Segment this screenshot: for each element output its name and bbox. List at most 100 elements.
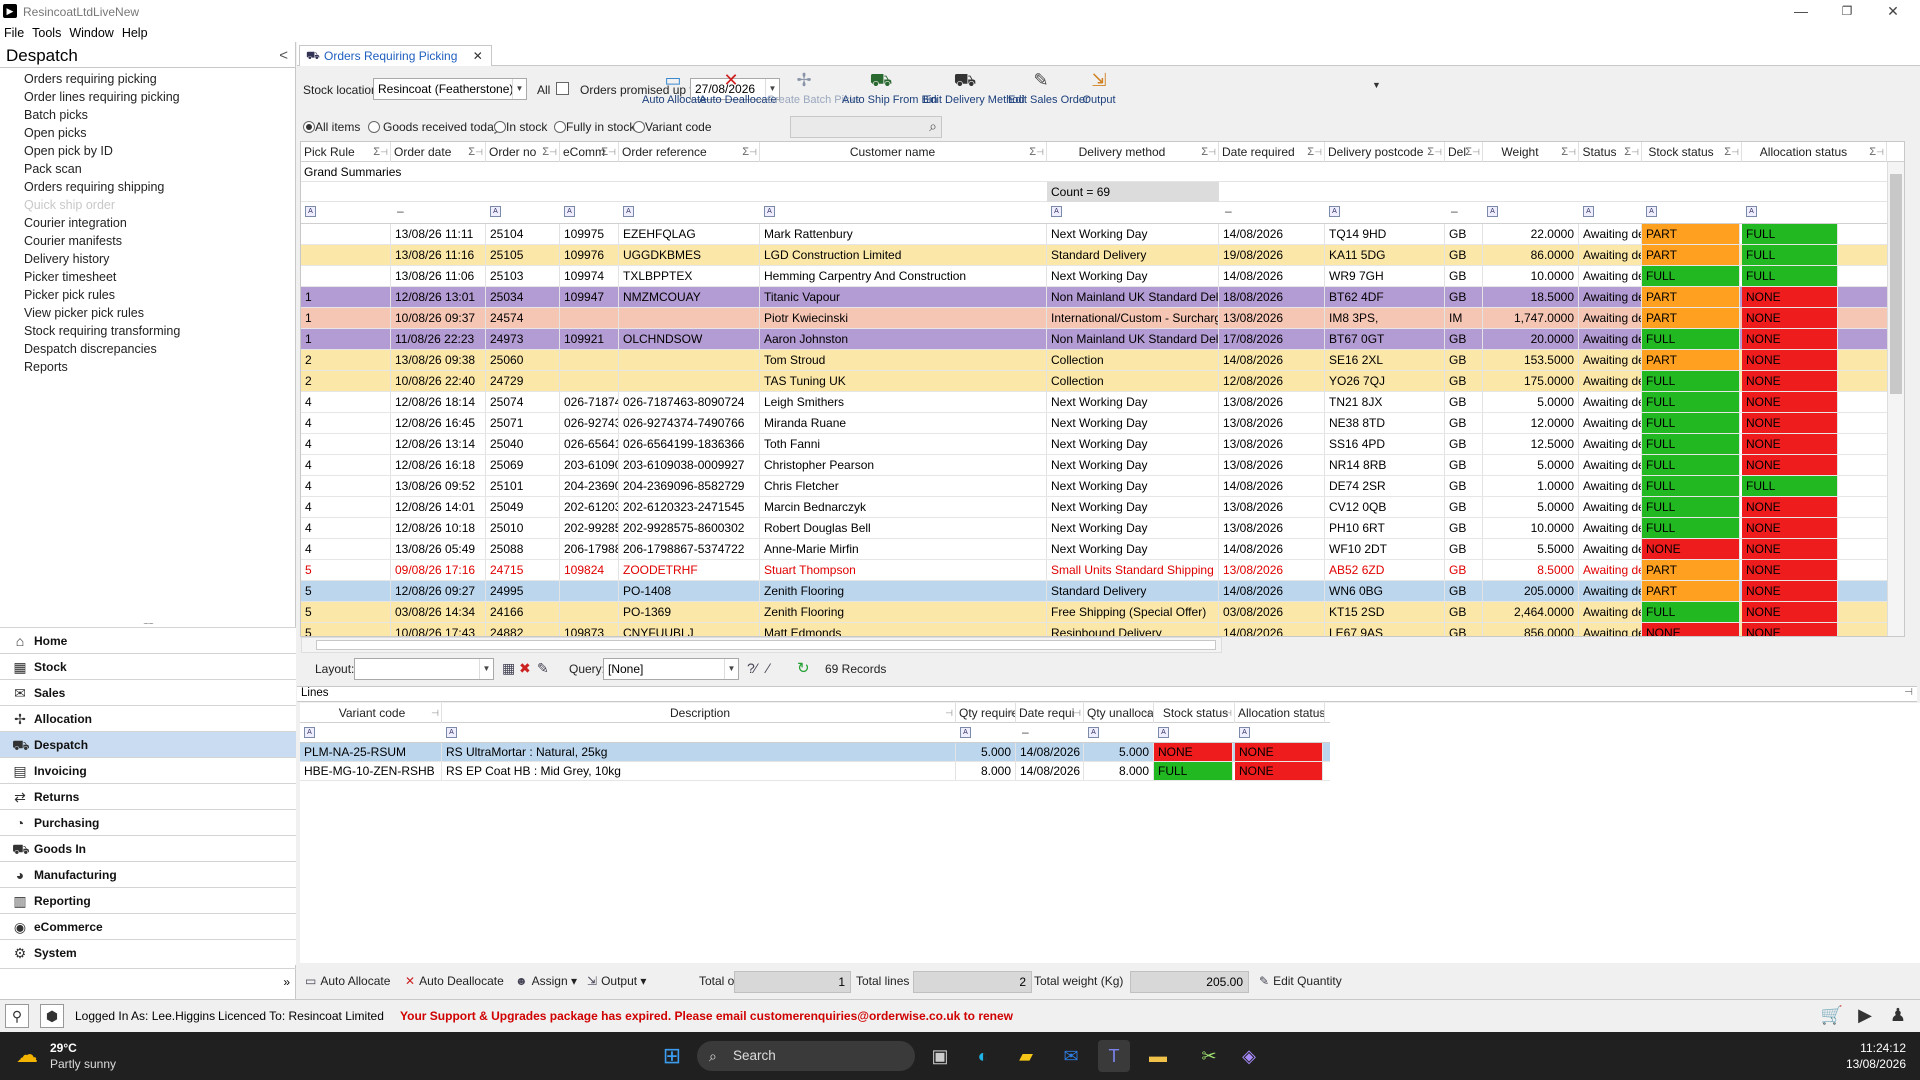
table-row[interactable]: 4 12/08/26 16:45 25071 026-92743 026-9274374…: [301, 413, 1904, 434]
all-checkbox[interactable]: [556, 82, 569, 95]
stock-location-select[interactable]: Resincoat (Featherstone) ▼: [373, 78, 527, 100]
filter-dash[interactable]: –: [397, 204, 404, 218]
filter-radio-goods-received-today[interactable]: [368, 121, 380, 133]
teams-icon[interactable]: T: [1098, 1040, 1130, 1072]
sigma-icon[interactable]: Σ: [542, 142, 549, 162]
module-goods-in[interactable]: ⛟ Goods In: [0, 835, 296, 861]
pin-icon[interactable]: ⊣: [549, 142, 557, 162]
nav-item-despatch-discrepancies[interactable]: Despatch discrepancies: [0, 340, 296, 358]
grid-vertical-scrollbar[interactable]: [1887, 162, 1904, 636]
pin-icon[interactable]: ⊣: [1631, 142, 1639, 162]
auto-allocate-bottom-button[interactable]: ▭ Auto Allocate: [305, 974, 390, 988]
menu-window[interactable]: Window: [69, 24, 113, 42]
table-row[interactable]: 4 13/08/26 09:52 25101 204-23690 204-2369096…: [301, 476, 1904, 497]
filter-cell-icon[interactable]: A: [304, 727, 315, 738]
nav-item-delivery-history[interactable]: Delivery history: [0, 250, 296, 268]
nav-item-pack-scan[interactable]: Pack scan: [0, 160, 296, 178]
module-returns[interactable]: ⇄ Returns: [0, 783, 296, 809]
start-icon[interactable]: ⊞: [656, 1040, 688, 1072]
pin-icon[interactable]: ⊣: [608, 142, 616, 162]
pin-icon[interactable]: ⊣: [431, 703, 439, 723]
module-despatch[interactable]: ⛟ Despatch: [0, 731, 296, 757]
pin-icon[interactable]: ⊣: [1005, 703, 1013, 723]
pin-icon[interactable]: ⊣: [1224, 703, 1232, 723]
filter-cell-icon[interactable]: A: [1646, 206, 1657, 217]
module-allocation[interactable]: ✢ Allocation: [0, 705, 296, 731]
more-modules-icon[interactable]: »: [283, 975, 290, 989]
sigma-icon[interactable]: Σ: [468, 142, 475, 162]
pin-icon[interactable]: ⊣: [1143, 703, 1151, 723]
filter-cell-icon[interactable]: A: [1487, 206, 1498, 217]
pin-icon[interactable]: ⊣: [749, 142, 757, 162]
sigma-icon[interactable]: Σ: [742, 142, 749, 162]
column-header-order-date[interactable]: Order date Σ ⊣: [391, 142, 486, 162]
weather-temp[interactable]: 29°C: [50, 1041, 77, 1055]
table-row[interactable]: 4 12/08/26 13:14 25040 026-65641 026-6564199…: [301, 434, 1904, 455]
table-row[interactable]: 5 09/08/26 17:16 24715 109824 ZOODETRHF Stuar…: [301, 560, 1904, 581]
column-header-pick-rule[interactable]: Pick Rule Σ ⊣: [301, 142, 391, 162]
nav-item-courier-manifests[interactable]: Courier manifests: [0, 232, 296, 250]
menu-tools[interactable]: Tools: [32, 24, 61, 42]
auto-allocate-button[interactable]: ▭ Auto Allocate: [642, 68, 706, 106]
table-row[interactable]: 5 03/08/26 14:34 24166 PO-1369 Zenith Floori…: [301, 602, 1904, 623]
maximize-button[interactable]: ❐: [1824, 0, 1870, 24]
filter-cell-icon[interactable]: A: [623, 206, 634, 217]
filter-cell-icon[interactable]: A: [1088, 727, 1099, 738]
delete-layout-icon[interactable]: ✖: [519, 660, 531, 677]
lines-column-qty-unallocat[interactable]: Qty unallocat ⊣: [1084, 703, 1154, 723]
sigma-icon[interactable]: Σ: [1307, 142, 1314, 162]
table-row[interactable]: 4 12/08/26 14:01 25049 202-61203 202-6120323…: [301, 497, 1904, 518]
menu-file[interactable]: File: [4, 24, 24, 42]
column-header-customer-name[interactable]: Customer name Σ ⊣: [760, 142, 1047, 162]
sigma-icon[interactable]: Σ: [1869, 142, 1876, 162]
module-stock[interactable]: ▦ Stock: [0, 653, 296, 679]
table-row[interactable]: 1 12/08/26 13:01 25034 109947 NMZMCOUAY Titan…: [301, 287, 1904, 308]
play-icon[interactable]: ▶: [1853, 1004, 1877, 1028]
nav-item-order-lines-requiring-picking[interactable]: Order lines requiring picking: [0, 88, 296, 106]
basket-icon[interactable]: 🛒: [1820, 1004, 1844, 1028]
filter-cell-icon[interactable]: A: [1158, 727, 1169, 738]
edit-sales-order-button[interactable]: ✎ Edit Sales Order: [1008, 68, 1089, 106]
minimize-button[interactable]: —: [1778, 0, 1824, 24]
nav-item-orders-requiring-picking[interactable]: Orders requiring picking: [0, 70, 296, 88]
pin-icon[interactable]: ⊣: [1904, 687, 1913, 698]
pin-icon[interactable]: ⊣: [1876, 142, 1884, 162]
table-row[interactable]: 13/08/26 11:06 25103 109974 TXLBPPTEX Hemmin…: [301, 266, 1904, 287]
sigma-icon[interactable]: Σ: [1465, 142, 1472, 162]
sigma-icon[interactable]: Σ: [1427, 142, 1434, 162]
nav-item-batch-picks[interactable]: Batch picks: [0, 106, 296, 124]
lines-column-description[interactable]: Description ⊣: [442, 703, 956, 723]
table-row[interactable]: 4 12/08/26 18:14 25074 026-71874 026-7187463…: [301, 392, 1904, 413]
filter-cell-icon[interactable]: A: [1051, 206, 1062, 217]
output-bottom-button[interactable]: ⇲ Output ▾: [587, 974, 646, 988]
edit-layout-icon[interactable]: ✎: [537, 660, 549, 677]
column-header-weight[interactable]: Weight Σ ⊣: [1483, 142, 1579, 162]
filter-cell-icon[interactable]: A: [305, 206, 316, 217]
close-tab-icon[interactable]: ✕: [473, 49, 483, 63]
nav-item-stock-requiring-transforming[interactable]: Stock requiring transforming: [0, 322, 296, 340]
assign-button[interactable]: ☻ Assign ▾: [515, 974, 577, 988]
table-row[interactable]: 5 10/08/26 17:43 24882 109873 CNYFUUBLJ Matt …: [301, 623, 1904, 636]
sigma-icon[interactable]: Σ: [1201, 142, 1208, 162]
outlook-icon[interactable]: ✉: [1055, 1040, 1087, 1072]
module-reporting[interactable]: ▥ Reporting: [0, 887, 296, 913]
module-sales[interactable]: ✉ Sales: [0, 679, 296, 705]
layout-select[interactable]: ▼: [354, 658, 494, 680]
table-row[interactable]: 1 10/08/26 09:37 24574 Piotr Kwiecinski Inte…: [301, 308, 1904, 329]
sigma-icon[interactable]: Σ: [1029, 142, 1036, 162]
auto-deallocate-button[interactable]: ✕ Auto Deallocate: [699, 68, 777, 106]
filter-cell-icon[interactable]: A: [1583, 206, 1594, 217]
grid-horizontal-scrollbar[interactable]: [301, 637, 1222, 653]
nav-item-reports[interactable]: Reports: [0, 358, 296, 376]
module-system[interactable]: ⚙ System: [0, 939, 296, 965]
lines-row[interactable]: PLM-NA-25-RSUM RS UltraMortar : Natural, …: [300, 743, 1330, 762]
clear-query-icon[interactable]: ⁄: [767, 660, 769, 676]
lines-row[interactable]: HBE-MG-10-ZEN-RSHB RS EP Coat HB : Mid Gr…: [300, 762, 1330, 781]
filter-radio-fully-in-stock[interactable]: [554, 121, 566, 133]
query-select[interactable]: [None] ▼: [603, 658, 739, 680]
column-header-status[interactable]: Status Σ ⊣: [1579, 142, 1642, 162]
filter-dash[interactable]: –: [1451, 204, 1458, 218]
nav-item-picker-timesheet[interactable]: Picker timesheet: [0, 268, 296, 286]
table-row[interactable]: 2 13/08/26 09:38 25060 Tom Stroud Collection…: [301, 350, 1904, 371]
filter-cell-icon[interactable]: A: [1239, 727, 1250, 738]
